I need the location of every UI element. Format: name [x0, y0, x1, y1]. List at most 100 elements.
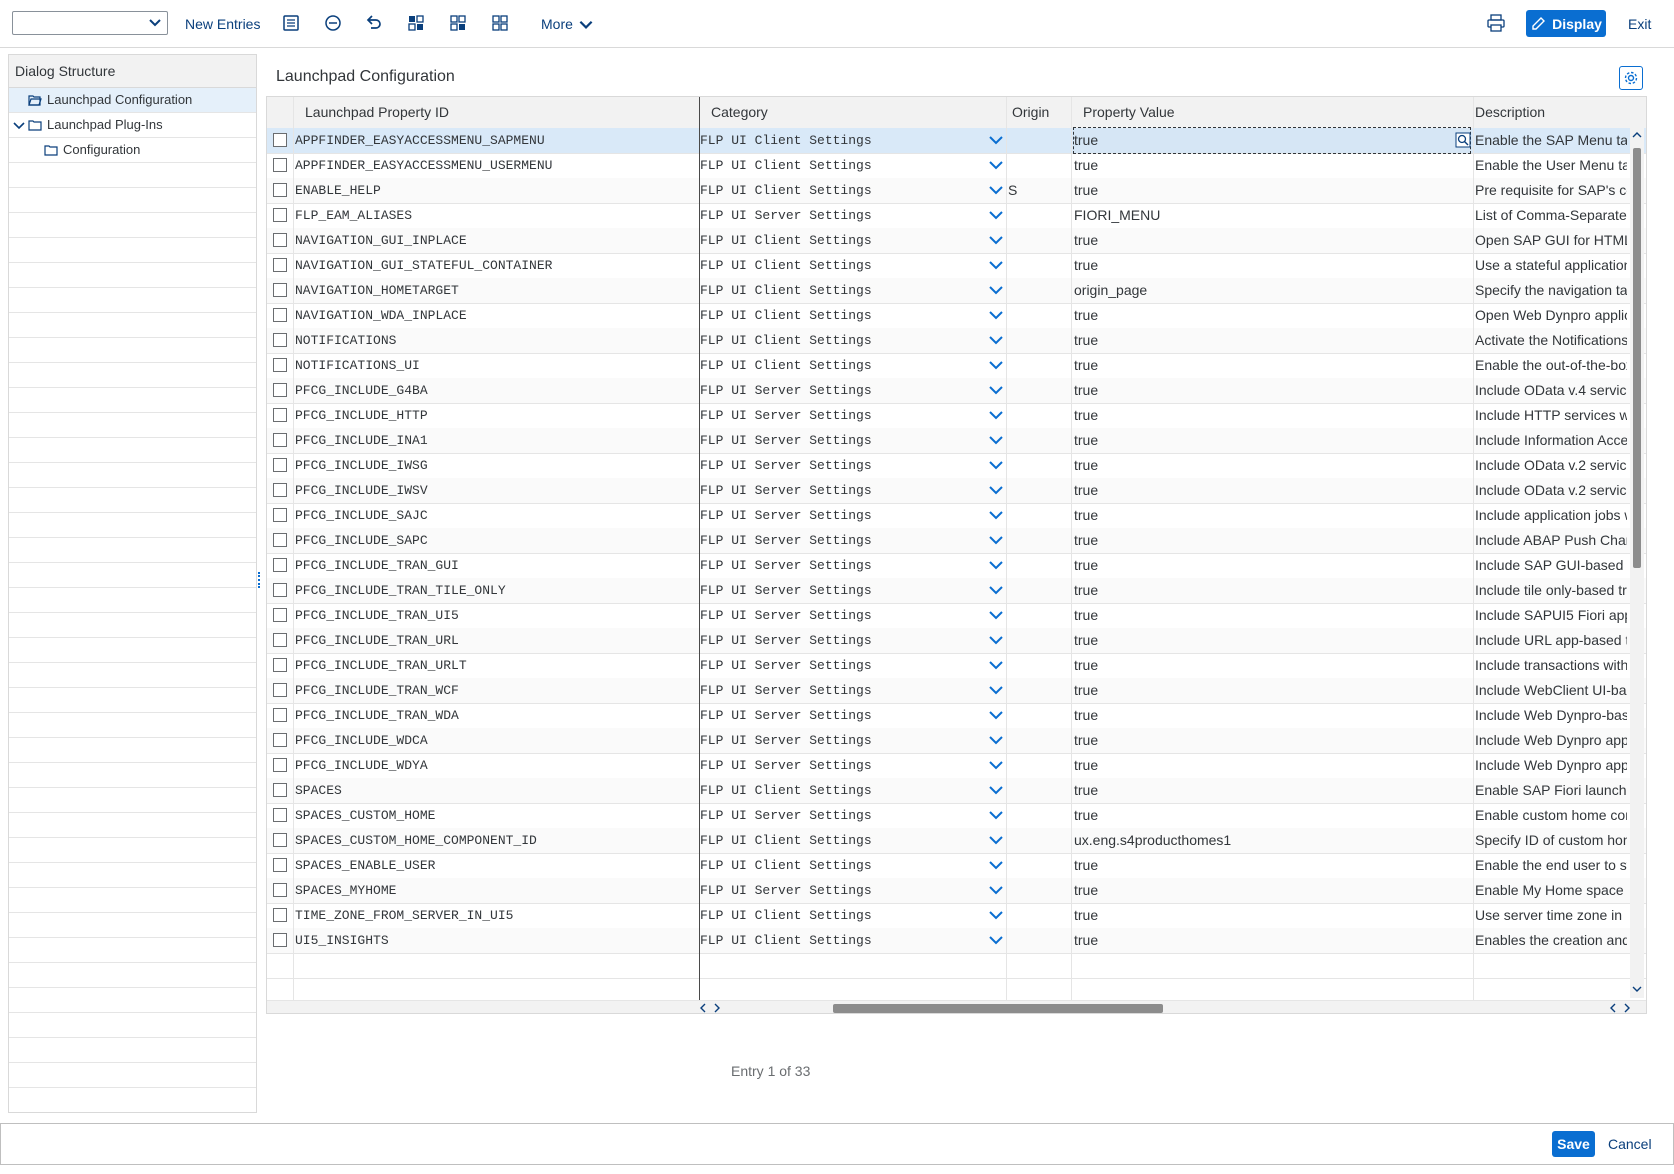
category-cell[interactable]: FLP UI Client Settings: [700, 778, 980, 803]
cancel-button[interactable]: Cancel: [1608, 1131, 1652, 1157]
table-row[interactable]: SPACES_MYHOME FLP UI Server Settings true E…: [267, 878, 1646, 904]
select-block-icon[interactable]: [448, 13, 468, 33]
property-value-cell[interactable]: true: [1074, 178, 1470, 203]
category-cell[interactable]: FLP UI Server Settings: [700, 678, 980, 703]
property-value-cell[interactable]: true: [1074, 503, 1470, 528]
table-row[interactable]: PFCG_INCLUDE_TRAN_URL FLP UI Server Setti…: [267, 628, 1646, 654]
row-select-checkbox[interactable]: [273, 133, 287, 147]
scroll-left-right-icon[interactable]: [699, 1003, 721, 1013]
chevron-down-icon[interactable]: [988, 609, 1004, 621]
table-row[interactable]: PFCG_INCLUDE_HTTP FLP UI Server Settings t…: [267, 403, 1646, 429]
property-value-cell[interactable]: true: [1074, 628, 1470, 653]
table-row[interactable]: PFCG_INCLUDE_SAJC FLP UI Server Settings t…: [267, 503, 1646, 529]
row-select-checkbox[interactable]: [273, 708, 287, 722]
chevron-down-icon[interactable]: [988, 584, 1004, 596]
chevron-down-icon[interactable]: [988, 459, 1004, 471]
scroll-down-icon[interactable]: [1632, 984, 1642, 994]
property-value-cell[interactable]: true: [1074, 678, 1470, 703]
category-cell[interactable]: FLP UI Server Settings: [700, 578, 980, 603]
deselect-all-icon[interactable]: [490, 13, 510, 33]
row-select-checkbox[interactable]: [273, 533, 287, 547]
category-cell[interactable]: FLP UI Server Settings: [700, 628, 980, 653]
category-cell[interactable]: FLP UI Server Settings: [700, 403, 980, 428]
table-row[interactable]: PFCG_INCLUDE_TRAN_WCF FLP UI Server Setti…: [267, 678, 1646, 704]
row-select-checkbox[interactable]: [273, 608, 287, 622]
row-select-checkbox[interactable]: [273, 783, 287, 797]
table-row[interactable]: SPACES_CUSTOM_HOME_COMPONENT_ID FLP UI Cl…: [267, 828, 1646, 854]
chevron-down-icon[interactable]: [988, 859, 1004, 871]
property-value-cell[interactable]: true: [1074, 603, 1470, 628]
details-icon[interactable]: [281, 13, 301, 33]
property-value-cell[interactable]: true: [1074, 578, 1470, 603]
category-cell[interactable]: FLP UI Client Settings: [700, 128, 980, 153]
chevron-down-icon[interactable]: [988, 684, 1004, 696]
property-value-cell[interactable]: true: [1074, 703, 1470, 728]
row-select-checkbox[interactable]: [273, 383, 287, 397]
table-row[interactable]: PFCG_INCLUDE_WDCA FLP UI Server Settings t…: [267, 728, 1646, 754]
tree-item-configuration[interactable]: Configuration: [9, 138, 256, 163]
category-cell[interactable]: FLP UI Client Settings: [700, 253, 980, 278]
row-select-checkbox[interactable]: [273, 833, 287, 847]
chevron-down-icon[interactable]: [988, 409, 1004, 421]
category-cell[interactable]: FLP UI Server Settings: [700, 453, 980, 478]
property-value-cell[interactable]: true: [1074, 653, 1470, 678]
col-header-category[interactable]: Category: [711, 97, 768, 128]
table-row[interactable]: PFCG_INCLUDE_TRAN_UI5 FLP UI Server Setti…: [267, 603, 1646, 629]
property-value-cell[interactable]: FIORI_MENU: [1074, 203, 1470, 228]
chevron-down-icon[interactable]: [988, 559, 1004, 571]
category-cell[interactable]: FLP UI Server Settings: [700, 878, 980, 903]
property-value-cell[interactable]: true: [1074, 478, 1470, 503]
table-row[interactable]: UI5_INSIGHTS FLP UI Client Settings true En…: [267, 928, 1646, 954]
chevron-down-icon[interactable]: [988, 534, 1004, 546]
category-cell[interactable]: FLP UI Server Settings: [700, 553, 980, 578]
chevron-down-icon[interactable]: [988, 134, 1004, 146]
category-cell[interactable]: FLP UI Server Settings: [700, 603, 980, 628]
property-value-cell[interactable]: true: [1074, 153, 1470, 178]
col-header-origin[interactable]: Origin: [1012, 97, 1049, 128]
table-row[interactable]: PFCG_INCLUDE_SAPC FLP UI Server Settings t…: [267, 528, 1646, 554]
chevron-down-icon[interactable]: [988, 509, 1004, 521]
chevron-down-icon[interactable]: [988, 359, 1004, 371]
row-select-checkbox[interactable]: [273, 733, 287, 747]
col-header-property-id[interactable]: Launchpad Property ID: [305, 97, 449, 128]
row-select-checkbox[interactable]: [273, 408, 287, 422]
vertical-scrollbar[interactable]: [1630, 128, 1644, 998]
category-cell[interactable]: FLP UI Server Settings: [700, 378, 980, 403]
new-entries-button[interactable]: New Entries: [185, 0, 260, 47]
table-row[interactable]: PFCG_INCLUDE_G4BA FLP UI Server Settings t…: [267, 378, 1646, 404]
category-cell[interactable]: FLP UI Client Settings: [700, 903, 980, 928]
save-button[interactable]: Save: [1552, 1131, 1595, 1157]
category-cell[interactable]: FLP UI Client Settings: [700, 828, 980, 853]
category-cell[interactable]: FLP UI Client Settings: [700, 928, 980, 953]
table-row[interactable]: PFCG_INCLUDE_TRAN_GUI FLP UI Server Setti…: [267, 553, 1646, 579]
chevron-down-icon[interactable]: [988, 259, 1004, 271]
property-value-cell[interactable]: origin_page: [1074, 278, 1470, 303]
table-row[interactable]: APPFINDER_EASYACCESSMENU_SAPMENU FLP UI C…: [267, 127, 1646, 154]
category-cell[interactable]: FLP UI Client Settings: [700, 278, 980, 303]
property-value-cell[interactable]: true: [1074, 753, 1470, 778]
table-row[interactable]: ENABLE_HELP FLP UI Client Settings Strue Pr…: [267, 178, 1646, 204]
select-all-icon[interactable]: [406, 13, 426, 33]
chevron-down-icon[interactable]: [988, 834, 1004, 846]
table-row[interactable]: FLP_EAM_ALIASES FLP UI Server Settings FIO…: [267, 203, 1646, 229]
category-cell[interactable]: FLP UI Server Settings: [700, 203, 980, 228]
property-value-cell[interactable]: true: [1074, 303, 1470, 328]
exit-button[interactable]: Exit: [1628, 0, 1651, 47]
chevron-down-icon[interactable]: [988, 934, 1004, 946]
row-select-checkbox[interactable]: [273, 258, 287, 272]
scroll-left-right-icon[interactable]: [1609, 1003, 1631, 1013]
row-select-checkbox[interactable]: [273, 933, 287, 947]
chevron-down-icon[interactable]: [988, 284, 1004, 296]
more-menu-button[interactable]: More: [541, 0, 595, 47]
chevron-down-icon[interactable]: [988, 159, 1004, 171]
table-settings-button[interactable]: [1619, 66, 1643, 90]
category-cell[interactable]: FLP UI Client Settings: [700, 153, 980, 178]
category-cell[interactable]: FLP UI Client Settings: [700, 178, 980, 203]
chevron-down-icon[interactable]: [988, 484, 1004, 496]
row-select-checkbox[interactable]: [273, 158, 287, 172]
category-cell[interactable]: FLP UI Server Settings: [700, 478, 980, 503]
chevron-down-icon[interactable]: [988, 234, 1004, 246]
table-row[interactable]: PFCG_INCLUDE_TRAN_URLT FLP UI Server Sett…: [267, 653, 1646, 679]
property-value-cell[interactable]: true: [1074, 228, 1470, 253]
property-value-cell[interactable]: true: [1074, 728, 1470, 753]
